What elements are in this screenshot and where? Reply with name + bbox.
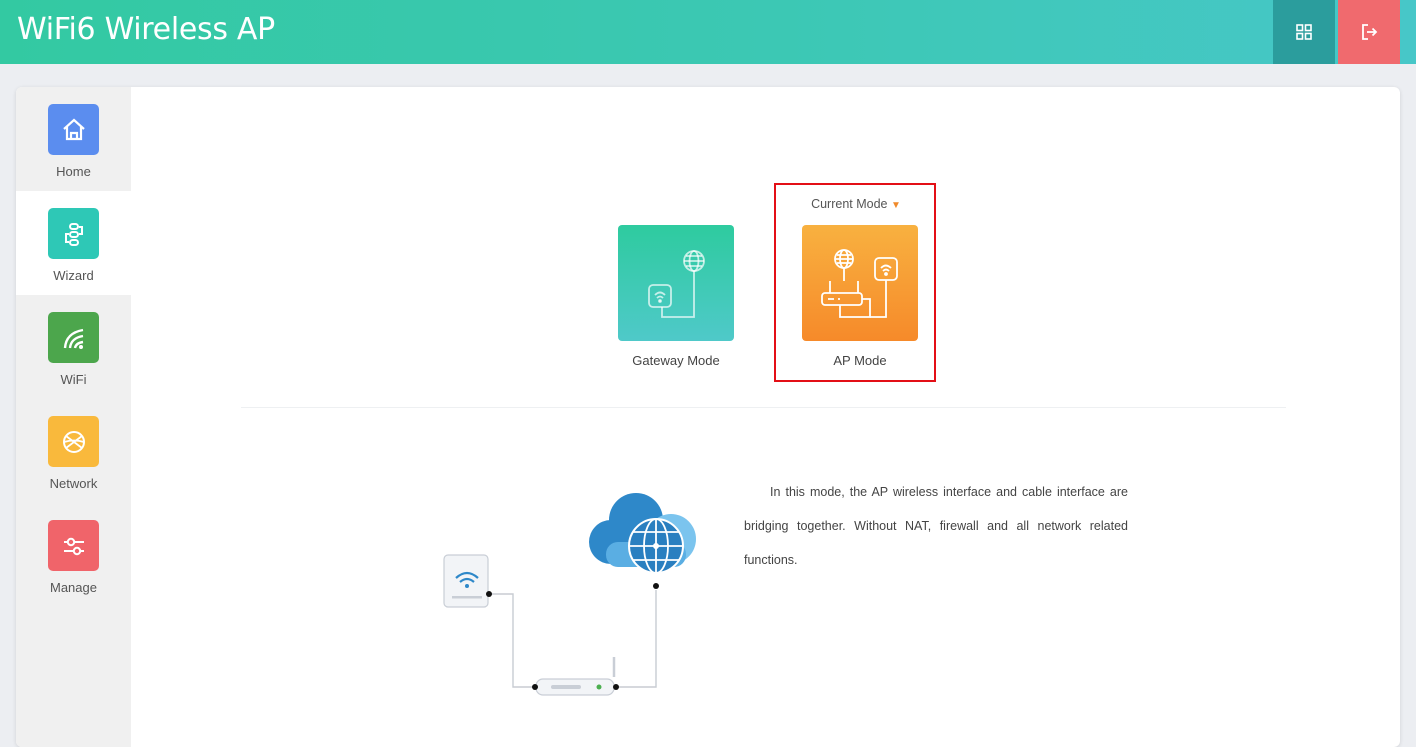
- logout-button[interactable]: [1338, 0, 1400, 64]
- grid-icon: [1296, 24, 1312, 40]
- ap-mode-icon: [821, 249, 898, 318]
- apps-button[interactable]: [1273, 0, 1335, 64]
- sidebar-item-wizard[interactable]: Wizard: [16, 191, 131, 295]
- gateway-mode-tile[interactable]: [618, 225, 734, 341]
- sidebar-item-label: Wizard: [53, 268, 94, 283]
- sliders-icon: [48, 520, 99, 571]
- caret-down-icon: ▼: [891, 200, 901, 211]
- sidebar-item-label: Manage: [50, 580, 97, 595]
- ap-mode-tile[interactable]: [802, 225, 918, 341]
- router-icon: [535, 657, 616, 696]
- mode-description: In this mode, the AP wireless interface …: [744, 485, 1128, 567]
- wifi-icon: [48, 312, 99, 363]
- gateway-mode-icon: [648, 250, 705, 318]
- gateway-mode-label: Gateway Mode: [632, 353, 720, 368]
- home-icon: [48, 104, 99, 155]
- ap-mode-diagram: [411, 482, 751, 727]
- sidebar-item-home[interactable]: Home: [16, 87, 131, 191]
- logout-icon: [1362, 24, 1378, 40]
- sidebar-item-network[interactable]: Network: [16, 399, 131, 503]
- ap-mode-label: AP Mode: [833, 353, 887, 368]
- sidebar-item-label: Home: [56, 164, 91, 179]
- section-divider: [241, 407, 1286, 408]
- current-mode-label: Current Mode: [811, 197, 888, 211]
- app-title: WiFi6 Wireless AP: [17, 12, 275, 47]
- app-header: WiFi6 Wireless AP: [0, 0, 1416, 64]
- cloud-globe-icon: [589, 493, 696, 574]
- wizard-icon: [48, 208, 99, 259]
- sidebar-item-wifi[interactable]: WiFi: [16, 295, 131, 399]
- main-panel: Home Wizard WiFi Network Manage Gateway …: [16, 87, 1400, 747]
- sidebar-item-manage[interactable]: Manage: [16, 503, 131, 607]
- access-point-icon: [443, 554, 489, 608]
- globe-icon: [48, 416, 99, 467]
- sidebar: Home Wizard WiFi Network Manage: [16, 87, 131, 747]
- sidebar-item-label: WiFi: [60, 372, 87, 387]
- current-mode-indicator: Current Mode ▼: [776, 197, 936, 211]
- sidebar-item-label: Network: [49, 476, 98, 491]
